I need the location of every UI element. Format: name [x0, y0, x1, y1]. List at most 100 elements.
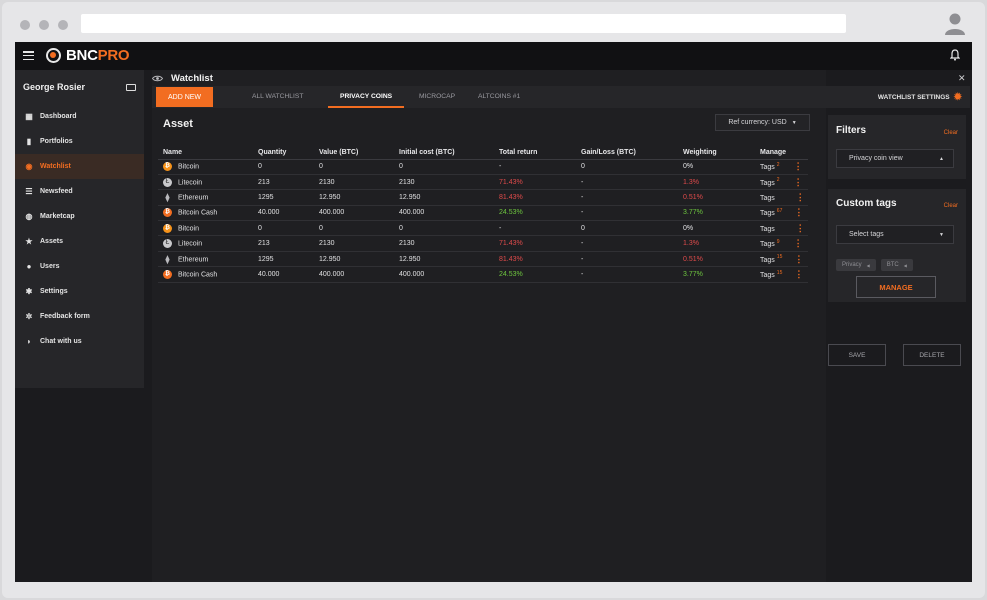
cell-weighting: 0.51% — [678, 189, 755, 206]
tab-altcoins-1[interactable]: ALTCOINS #1 — [478, 86, 520, 108]
table-row[interactable]: ₿ Bitcoin Cash 40.000 400.000 400.000 24.53% -… — [158, 266, 808, 283]
table-row[interactable]: Ł Litecoin 213 2130 2130 71.43% -1.3% Tags 9 ⋮ — [158, 235, 808, 252]
asset-heading: Asset — [163, 118, 193, 130]
sidebar: George Rosier ▦ Dashboard ▮ Portfolios ◉ Wa… — [15, 70, 144, 388]
watchlist-settings-label: WATCHLIST SETTINGS — [877, 93, 950, 101]
gear-icon: ✱ — [25, 287, 33, 296]
tags-link[interactable]: Tags — [760, 164, 775, 171]
tag-chip-btc[interactable]: BTC ◀ — [880, 259, 913, 271]
sidebar-item-assets[interactable]: ★ Assets — [15, 229, 144, 254]
cell-gain-loss: - — [576, 266, 678, 283]
brand-name: BNCPRO — [66, 47, 130, 64]
tags-link[interactable]: Tags — [760, 195, 775, 202]
tab-all-watchlist[interactable]: ALL WATCHLIST — [252, 86, 303, 108]
more-options-icon[interactable]: ⋮ — [794, 161, 803, 171]
col-quantity[interactable]: Quantity — [253, 146, 314, 160]
id-card-icon[interactable] — [126, 84, 136, 91]
tags-link[interactable]: Tags — [760, 210, 775, 217]
more-options-icon[interactable]: ⋮ — [794, 177, 803, 187]
col-total-return[interactable]: Total return — [494, 146, 576, 160]
asset-table: Name Quantity Value (BTC) Initial cost (… — [158, 146, 808, 283]
col-name[interactable]: Name — [158, 146, 253, 160]
sidebar-item-watchlist[interactable]: ◉ Watchlist — [15, 154, 144, 179]
chat-icon: ◗ — [26, 337, 32, 346]
view-select[interactable]: Privacy coin view ▲ — [836, 149, 954, 168]
window-dot-close[interactable] — [20, 20, 30, 30]
window-dot-minimize[interactable] — [39, 20, 49, 30]
sidebar-item-users[interactable]: ● Users — [15, 254, 144, 279]
profile-icon[interactable] — [944, 12, 966, 36]
col-initial-cost[interactable]: Initial cost (BTC) — [394, 146, 494, 160]
tags-select[interactable]: Select tags ▼ — [836, 225, 954, 244]
watchlist-settings-button[interactable]: WATCHLIST SETTINGS ✹ — [878, 86, 962, 108]
col-weighting[interactable]: Weighting — [678, 146, 755, 160]
cell-gain-loss: - — [576, 251, 678, 268]
bell-icon[interactable] — [950, 49, 960, 61]
table-row[interactable]: ⧫ Ethereum 1295 12.950 12.950 81.43% -0.51% Tag… — [158, 251, 808, 268]
watchlist-tabs-bar: ADD NEW ALL WATCHLIST PRIVACY COINS MICR… — [152, 86, 970, 108]
manage-tags-button[interactable]: MANAGE — [856, 276, 936, 298]
brand-logo[interactable]: BNCPRO — [46, 47, 130, 64]
filters-clear-link[interactable]: Clear — [944, 130, 958, 136]
cell-gain-loss: 0 — [576, 220, 678, 237]
close-icon[interactable]: ✕ — [958, 73, 966, 84]
coin-eth-icon: ⧫ — [165, 254, 170, 264]
tags-link[interactable]: Tags — [760, 180, 775, 187]
tab-microcap[interactable]: MICROCAP — [419, 86, 455, 108]
sidebar-item-settings[interactable]: ✱ Settings — [15, 279, 144, 304]
cell-manage: Tags 67 ⋮ — [755, 205, 808, 222]
cell-total-return: 24.53% — [494, 266, 576, 283]
table-row[interactable]: ⧫ Ethereum 1295 12.950 12.950 81.43% -0.51% Tag… — [158, 189, 808, 206]
sidebar-item-newsfeed[interactable]: ☰ Newsfeed — [15, 179, 144, 204]
sidebar-item-feedback[interactable]: ✲ Feedback form — [15, 304, 144, 329]
window-dot-maximize[interactable] — [58, 20, 68, 30]
coin-btc-icon: ₿ — [163, 162, 172, 172]
address-bar[interactable] — [81, 14, 846, 33]
cell-value: 0 — [314, 220, 394, 237]
cell-quantity: 1295 — [253, 251, 314, 268]
chip-remove-icon[interactable]: ◀ — [867, 263, 870, 268]
more-options-icon[interactable]: ⋮ — [794, 238, 803, 248]
table-row[interactable]: Ł Litecoin 213 2130 2130 71.43% -1.3% Tags 2 ⋮ — [158, 174, 808, 191]
tags-link[interactable]: Tags — [760, 226, 775, 233]
more-options-icon[interactable]: ⋮ — [796, 223, 805, 233]
delete-button[interactable]: DELETE — [903, 344, 961, 366]
cell-manage: Tags 2 ⋮ — [755, 174, 808, 191]
sidebar-item-portfolios[interactable]: ▮ Portfolios — [15, 129, 144, 154]
cell-name: ₿ Bitcoin — [158, 220, 253, 237]
tab-privacy-coins[interactable]: PRIVACY COINS — [327, 86, 405, 108]
more-options-icon[interactable]: ⋮ — [794, 207, 803, 217]
table-row[interactable]: ₿ Bitcoin 0 0 0-0 0% Tags ⋮ — [158, 220, 808, 237]
custom-tags-clear-link[interactable]: Clear — [944, 203, 958, 209]
cell-quantity: 40.000 — [253, 205, 314, 222]
tag-chip-privacy[interactable]: Privacy ◀ — [836, 259, 876, 271]
col-gain-loss[interactable]: Gain/Loss (BTC) — [576, 146, 678, 160]
sidebar-item-marketcap[interactable]: ◍ Marketcap — [15, 204, 144, 229]
chip-remove-icon[interactable]: ◀ — [904, 263, 907, 268]
tag-chips: Privacy ◀ BTC ◀ — [836, 259, 913, 271]
tags-select-placeholder: Select tags — [849, 231, 884, 238]
table-row[interactable]: ₿ Bitcoin 0 0 0-0 0% Tags 2 ⋮ — [158, 159, 808, 175]
table-row[interactable]: ₿ Bitcoin Cash 40.000 400.000 400.000 24.53% -… — [158, 205, 808, 222]
more-options-icon[interactable]: ⋮ — [794, 269, 803, 279]
list-icon: ☰ — [25, 187, 33, 196]
tags-link[interactable]: Tags — [760, 241, 775, 248]
more-options-icon[interactable]: ⋮ — [796, 192, 805, 202]
save-button[interactable]: SAVE — [828, 344, 886, 366]
sidebar-item-dashboard[interactable]: ▦ Dashboard — [15, 104, 144, 129]
ref-currency-dropdown[interactable]: Ref currency: USD ▼ — [715, 114, 810, 131]
watchlist-header: Watchlist — [152, 70, 213, 86]
app-window: BNCPRO George Rosier ▦ Dashboard ▮ Portfol… — [15, 42, 972, 582]
custom-tags-card: Custom tags Clear Select tags ▼ Privacy ◀… — [828, 189, 966, 302]
cell-quantity: 213 — [253, 235, 314, 252]
col-value[interactable]: Value (BTC) — [314, 146, 394, 160]
sidebar-item-chat[interactable]: ◗ Chat with us — [15, 329, 144, 354]
cell-weighting: 3.77% — [678, 205, 755, 222]
add-new-button[interactable]: ADD NEW — [156, 87, 213, 107]
tags-link[interactable]: Tags — [760, 272, 775, 279]
tags-link[interactable]: Tags — [760, 257, 775, 264]
window-controls — [20, 20, 68, 30]
hamburger-menu-icon[interactable] — [23, 51, 34, 60]
cell-gain-loss: - — [576, 205, 678, 222]
more-options-icon[interactable]: ⋮ — [794, 254, 803, 264]
